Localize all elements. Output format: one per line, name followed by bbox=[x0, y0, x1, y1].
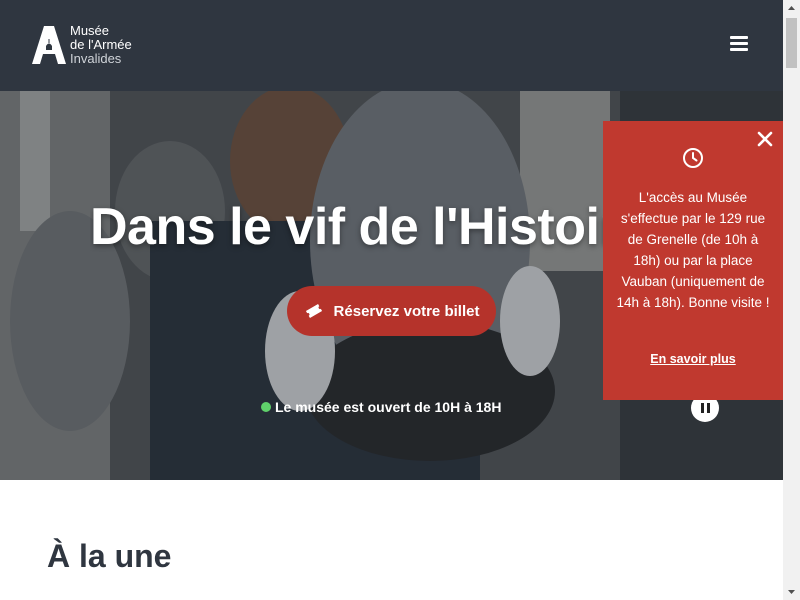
close-icon[interactable] bbox=[755, 129, 775, 149]
logo-mark-icon bbox=[32, 26, 66, 64]
book-ticket-button[interactable]: Réservez votre billet bbox=[287, 286, 496, 336]
page-scrollbar[interactable] bbox=[783, 0, 800, 600]
learn-more-link[interactable]: En savoir plus bbox=[603, 352, 783, 366]
hero-title: Dans le vif de l'Histoire bbox=[90, 198, 648, 256]
access-notice-text: L'accès au Musée s'effectue par le 129 r… bbox=[616, 190, 770, 310]
logo-line-3: Invalides bbox=[70, 51, 122, 66]
logo-line-2: de l'Armée bbox=[70, 37, 132, 52]
hamburger-icon[interactable] bbox=[730, 36, 752, 54]
section-title-headlines: À la une bbox=[47, 538, 172, 574]
book-ticket-label: Réservez votre billet bbox=[333, 302, 480, 320]
scroll-thumb[interactable] bbox=[786, 18, 797, 68]
museum-logo[interactable]: Musée de l'Armée Invalides bbox=[32, 24, 132, 66]
ticket-icon bbox=[305, 304, 322, 318]
opening-status: Le musée est ouvert de 10H à 18H bbox=[261, 399, 501, 415]
logo-line-1: Musée bbox=[70, 23, 110, 38]
clock-icon bbox=[683, 148, 703, 168]
access-notice: L'accès au Musée s'effectue par le 129 r… bbox=[603, 121, 783, 400]
scroll-up-arrow-icon[interactable] bbox=[783, 0, 800, 17]
scroll-down-arrow-icon[interactable] bbox=[783, 583, 800, 600]
page: Musée de l'Armée Invalides Dans le vif d… bbox=[0, 0, 800, 600]
open-dot-icon bbox=[261, 402, 271, 412]
site-header: Musée de l'Armée Invalides bbox=[0, 0, 783, 91]
opening-status-text: Le musée est ouvert de 10H à 18H bbox=[275, 399, 502, 415]
logo-text: Musée de l'Armée Invalides bbox=[70, 24, 132, 66]
